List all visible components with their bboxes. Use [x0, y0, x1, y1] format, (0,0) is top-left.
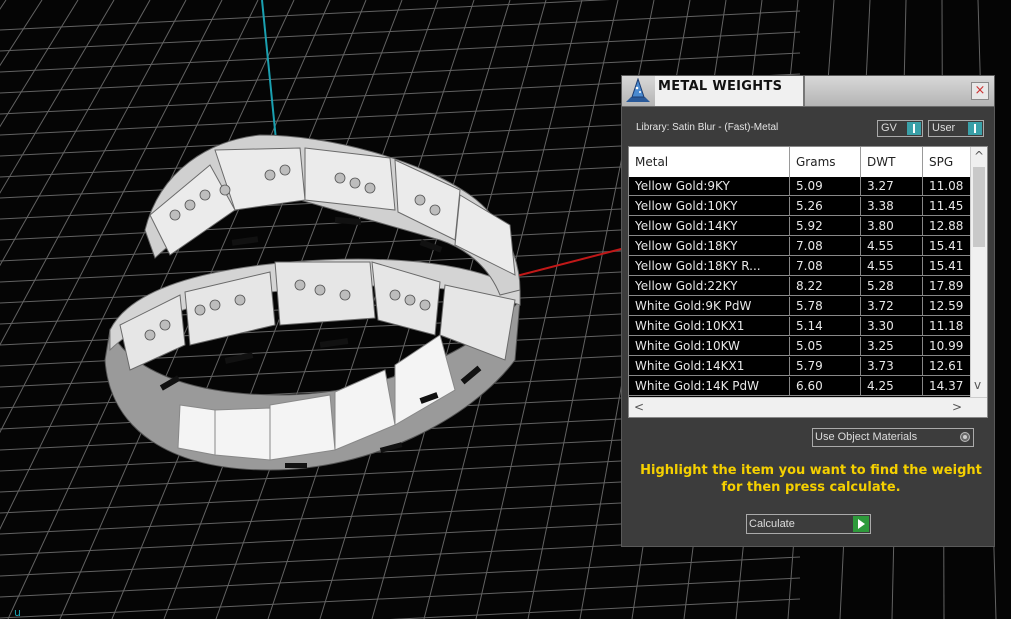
ring-model[interactable] — [104, 134, 521, 471]
cell-dwt: 3.80 — [861, 217, 923, 236]
play-arrow-icon[interactable] — [853, 516, 869, 532]
table-row[interactable]: White Gold:14K PdW 6.60 4.25 14.37 — [629, 377, 978, 397]
cell-grams: 5.14 — [790, 317, 861, 336]
close-icon[interactable]: × — [971, 82, 989, 100]
cell-metal: White Gold:9K PdW — [629, 297, 790, 316]
use-object-materials-toggle[interactable]: Use Object Materials — [812, 428, 974, 447]
table-row[interactable]: White Gold:10KW 5.05 3.25 10.99 — [629, 337, 978, 357]
use-object-materials-label: Use Object Materials — [815, 431, 918, 443]
cell-grams: 5.79 — [790, 357, 861, 376]
cell-dwt: 3.38 — [861, 197, 923, 216]
cell-dwt: 4.55 — [861, 257, 923, 276]
vertical-scrollbar[interactable]: ^ v — [970, 147, 987, 398]
table-row[interactable]: Yellow Gold:9KY 5.09 3.27 11.08 — [629, 177, 978, 197]
metal-weights-panel: METAL WEIGHTS × Library: Satin Blur - (F… — [621, 75, 995, 547]
cell-metal: Yellow Gold:18KY — [629, 237, 790, 256]
column-header-metal[interactable]: Metal — [629, 147, 790, 177]
cell-grams: 7.08 — [790, 257, 861, 276]
horizontal-scrollbar[interactable]: < > — [629, 397, 987, 417]
cell-dwt: 3.25 — [861, 337, 923, 356]
scroll-down-icon[interactable]: v — [974, 379, 981, 391]
gv-toggle[interactable]: GV — [877, 120, 923, 137]
cell-metal: Yellow Gold:14KY — [629, 217, 790, 236]
scroll-thumb[interactable] — [973, 167, 985, 247]
panel-title: METAL WEIGHTS — [658, 79, 783, 94]
user-toggle-label: User — [932, 122, 956, 134]
table-header: Metal Grams DWT SPG — [629, 147, 978, 178]
cell-metal: White Gold:14K PdW — [629, 377, 790, 396]
toggle-switch-icon[interactable] — [907, 122, 921, 135]
cell-dwt: 5.28 — [861, 277, 923, 296]
scroll-right-icon[interactable]: > — [952, 401, 962, 413]
wizard-hat-icon — [624, 77, 652, 104]
cell-metal: Yellow Gold:9KY — [629, 177, 790, 196]
library-label: Library: Satin Blur - (Fast)-Metal — [636, 122, 779, 133]
user-toggle[interactable]: User — [928, 120, 984, 137]
column-header-grams[interactable]: Grams — [790, 147, 861, 177]
table-row[interactable]: Yellow Gold:14KY 5.92 3.80 12.88 — [629, 217, 978, 237]
cell-grams: 8.22 — [790, 277, 861, 296]
cell-grams: 5.09 — [790, 177, 861, 196]
cell-metal: White Gold:10KW — [629, 337, 790, 356]
table-row[interactable]: White Gold:10KX1 5.14 3.30 11.18 — [629, 317, 978, 337]
table-row[interactable]: Yellow Gold:10KY 5.26 3.38 11.45 — [629, 197, 978, 217]
scroll-up-icon[interactable]: ^ — [974, 150, 984, 162]
table-row[interactable]: Yellow Gold:22KY 8.22 5.28 17.89 — [629, 277, 978, 297]
cell-dwt: 4.55 — [861, 237, 923, 256]
cell-grams: 5.26 — [790, 197, 861, 216]
cell-dwt: 3.30 — [861, 317, 923, 336]
axis-label: u — [14, 606, 21, 619]
panel-titlebar[interactable]: METAL WEIGHTS × — [622, 76, 994, 107]
radio-icon[interactable] — [960, 432, 970, 442]
cell-dwt: 3.72 — [861, 297, 923, 316]
calculate-button[interactable]: Calculate — [746, 514, 871, 534]
cell-metal: Yellow Gold:10KY — [629, 197, 790, 216]
instruction-text: Highlight the item you want to find the … — [640, 463, 982, 495]
cell-grams: 5.05 — [790, 337, 861, 356]
table-row[interactable]: Yellow Gold:18KY R... 7.08 4.55 15.41 — [629, 257, 978, 277]
cell-metal: Yellow Gold:18KY R... — [629, 257, 790, 276]
column-header-dwt[interactable]: DWT — [861, 147, 923, 177]
cell-dwt: 4.25 — [861, 377, 923, 396]
cell-metal: White Gold:14KX1 — [629, 357, 790, 376]
scroll-left-icon[interactable]: < — [634, 401, 644, 413]
cell-metal: White Gold:10KX1 — [629, 317, 790, 336]
cell-dwt: 3.73 — [861, 357, 923, 376]
cell-grams: 7.08 — [790, 237, 861, 256]
metal-table[interactable]: Metal Grams DWT SPG Yellow Gold:9KY 5.09 3… — [628, 146, 988, 418]
cell-metal: Yellow Gold:22KY — [629, 277, 790, 296]
table-row[interactable]: White Gold:9K PdW 5.78 3.72 12.59 — [629, 297, 978, 317]
calculate-label: Calculate — [749, 518, 795, 530]
cell-dwt: 3.27 — [861, 177, 923, 196]
toggle-switch-icon[interactable] — [968, 122, 982, 135]
gv-toggle-label: GV — [881, 122, 897, 134]
cell-grams: 6.60 — [790, 377, 861, 396]
cell-grams: 5.78 — [790, 297, 861, 316]
table-row[interactable]: White Gold:14KX1 5.79 3.73 12.61 — [629, 357, 978, 377]
table-row[interactable]: Yellow Gold:18KY 7.08 4.55 15.41 — [629, 237, 978, 257]
cell-grams: 5.92 — [790, 217, 861, 236]
